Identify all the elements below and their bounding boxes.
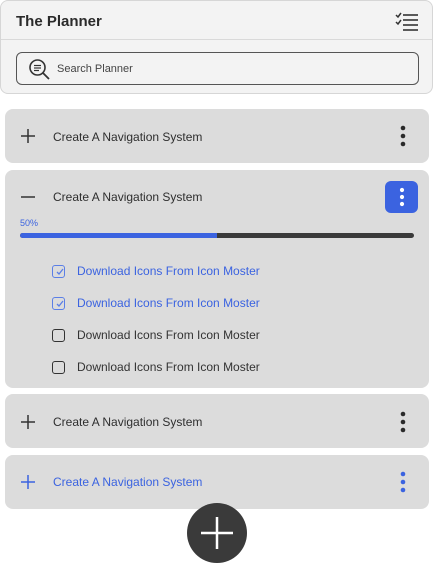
more-options-icon[interactable]	[396, 471, 410, 493]
plus-icon[interactable]	[20, 474, 36, 490]
task-card-expanded[interactable]: Create A Navigation System 50% Download …	[5, 170, 429, 388]
card-title: Create A Navigation System	[53, 190, 203, 204]
more-options-button[interactable]	[385, 181, 418, 213]
progress-percent: 50%	[20, 218, 39, 228]
checklist-icon[interactable]	[395, 12, 419, 32]
task-checkbox[interactable]	[52, 297, 65, 310]
task-checkbox[interactable]	[52, 329, 65, 342]
page-title: The Planner	[16, 13, 102, 30]
task-card-highlighted[interactable]: Create A Navigation System	[5, 455, 429, 509]
task-checkbox[interactable]	[52, 361, 65, 374]
check-icon	[56, 300, 64, 307]
plus-icon[interactable]	[20, 128, 36, 144]
search-bar[interactable]	[16, 52, 419, 85]
card-title: Create A Navigation System	[53, 130, 203, 144]
search-icon	[29, 59, 50, 80]
task-label: Download Icons From Icon Moster	[77, 360, 260, 374]
app-header: The Planner	[0, 0, 433, 94]
plus-icon[interactable]	[20, 414, 36, 430]
task-label: Download Icons From Icon Moster	[77, 328, 260, 342]
card-title: Create A Navigation System	[53, 475, 203, 489]
progress-fill	[20, 233, 217, 238]
more-options-icon[interactable]	[396, 411, 410, 433]
progress-bar	[20, 233, 414, 238]
check-icon	[56, 268, 64, 275]
task-label: Download Icons From Icon Moster	[77, 264, 260, 278]
task-checkbox[interactable]	[52, 265, 65, 278]
more-options-icon[interactable]	[396, 125, 410, 147]
search-input[interactable]	[57, 57, 397, 81]
card-title: Create A Navigation System	[53, 415, 203, 429]
task-label: Download Icons From Icon Moster	[77, 296, 260, 310]
add-task-button[interactable]	[187, 503, 247, 563]
task-card[interactable]: Create A Navigation System	[5, 109, 429, 163]
task-card[interactable]: Create A Navigation System	[5, 394, 429, 448]
minus-icon[interactable]	[20, 189, 36, 205]
plus-icon	[201, 517, 233, 549]
more-options-icon	[399, 187, 405, 207]
header-divider	[1, 39, 432, 40]
